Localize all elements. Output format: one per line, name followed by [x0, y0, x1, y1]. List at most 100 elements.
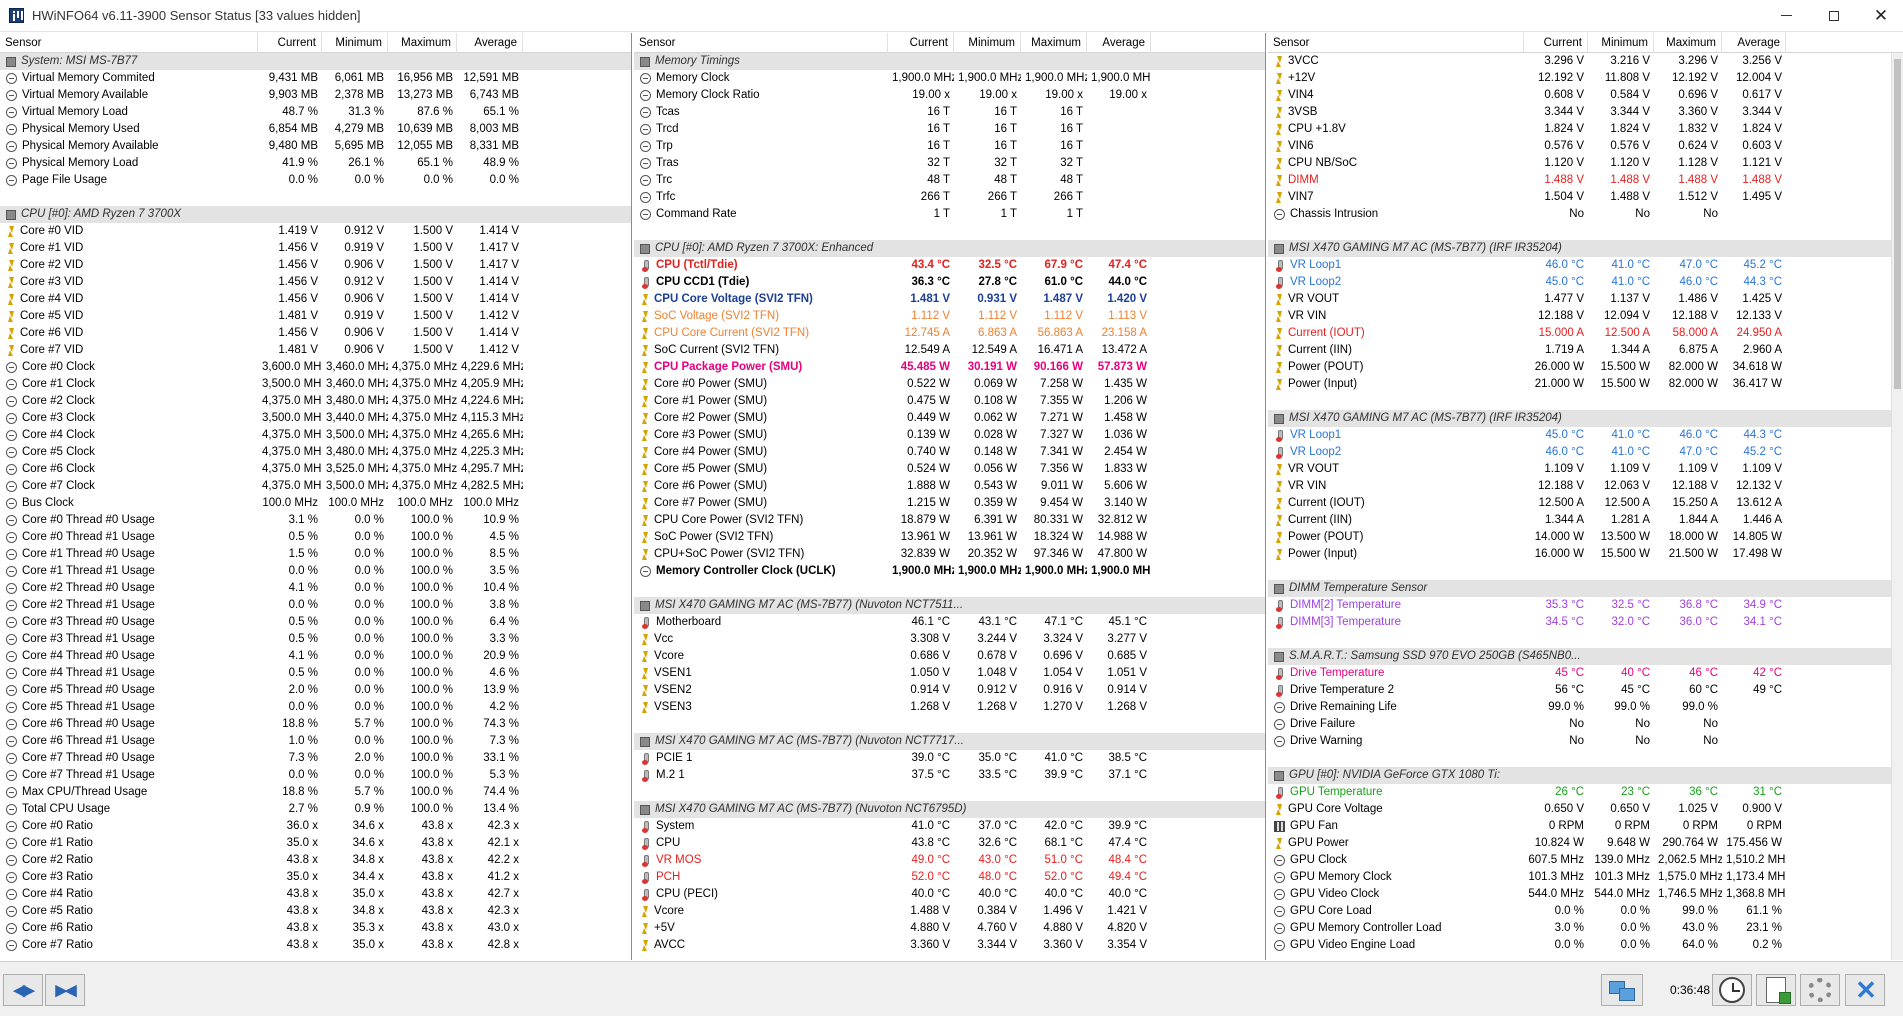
sensor-row[interactable]: Physical Memory Used 6,854 MB 4,279 MB 10,6…	[0, 121, 631, 138]
sensor-row[interactable]: VIN7 1.504 V 1.488 V 1.512 V 1.495 V	[1268, 189, 1903, 206]
sensor-row[interactable]: DIMM[2] Temperature 35.3 °C 32.5 °C 36.8 °C…	[1268, 597, 1903, 614]
sensor-row[interactable]: Core #7 Thread #1 Usage 0.0 % 0.0 % 100.0 %…	[0, 767, 631, 784]
sensor-row[interactable]: 3VCC 3.296 V 3.216 V 3.296 V 3.256 V	[1268, 53, 1903, 70]
sensor-group-header[interactable]: S.M.A.R.T.: Samsung SSD 970 EVO 250GB (S…	[1268, 648, 1903, 665]
sensor-row[interactable]: VSEN2 0.914 V 0.912 V 0.916 V 0.914 V	[634, 682, 1265, 699]
sensor-row[interactable]: SoC Power (SVI2 TFN) 13.961 W 13.961 W 18.3…	[634, 529, 1265, 546]
sensor-row[interactable]: Chassis Intrusion No No No	[1268, 206, 1903, 223]
sensor-group-header[interactable]: CPU [#0]: AMD Ryzen 7 3700X	[0, 206, 631, 223]
sensor-row[interactable]: Bus Clock 100.0 MHz 100.0 MHz 100.0 MHz 100.…	[0, 495, 631, 512]
average-column-header[interactable]: Average	[457, 33, 523, 53]
sensor-row[interactable]: VIN6 0.576 V 0.576 V 0.624 V 0.603 V	[1268, 138, 1903, 155]
sensor-row[interactable]: Virtual Memory Commited 9,431 MB 6,061 MB 1…	[0, 70, 631, 87]
maximum-column-header[interactable]: Maximum	[1021, 33, 1087, 53]
sensor-row[interactable]: SoC Current (SVI2 TFN) 12.549 A 12.549 A 16…	[634, 342, 1265, 359]
sensor-row[interactable]: Trcd 16 T 16 T 16 T	[634, 121, 1265, 138]
sensor-pane-3[interactable]: Sensor Current Minimum Maximum Average 3VCC 3…	[1268, 33, 1903, 960]
sensor-row[interactable]: Core #6 Power (SMU) 1.888 W 0.543 W 9.011 W…	[634, 478, 1265, 495]
sensor-row[interactable]: Core #0 Clock 3,600.0 MHz 3,460.0 MHz 4,375…	[0, 359, 631, 376]
sensor-row[interactable]: DIMM[3] Temperature 34.5 °C 32.0 °C 36.0 °C…	[1268, 614, 1903, 631]
sensor-row[interactable]: Power (POUT) 14.000 W 13.500 W 18.000 W 14.8…	[1268, 529, 1903, 546]
maximum-column-header[interactable]: Maximum	[1654, 33, 1722, 53]
sensor-row[interactable]: Core #2 VID 1.456 V 0.906 V 1.500 V 1.417 V	[0, 257, 631, 274]
sensor-row[interactable]: Core #4 Thread #1 Usage 0.5 % 0.0 % 100.0 %…	[0, 665, 631, 682]
reset-timer-button[interactable]	[1712, 974, 1752, 1006]
sensor-group-header[interactable]: MSI X470 GAMING M7 AC (MS-7B77) (Nuvoton…	[634, 597, 1265, 614]
sensor-row[interactable]: Memory Clock Ratio 19.00 x 19.00 x 19.00 x 1…	[634, 87, 1265, 104]
sensor-row[interactable]: Memory Clock 1,900.0 MHz 1,900.0 MHz 1,900.…	[634, 70, 1265, 87]
sensor-row[interactable]: Core #6 Thread #1 Usage 1.0 % 0.0 % 100.0 %…	[0, 733, 631, 750]
sensor-group-header[interactable]: CPU [#0]: AMD Ryzen 7 3700X: Enhanced	[634, 240, 1265, 257]
sensor-row[interactable]: Core #6 Thread #0 Usage 18.8 % 5.7 % 100.0 …	[0, 716, 631, 733]
sensor-row[interactable]: VIN4 0.608 V 0.584 V 0.696 V 0.617 V	[1268, 87, 1903, 104]
sensor-row[interactable]: AVCC 3.360 V 3.344 V 3.360 V 3.354 V	[634, 937, 1265, 954]
sensor-row[interactable]: CPU (Tctl/Tdie) 43.4 °C 32.5 °C 67.9 °C 47.4…	[634, 257, 1265, 274]
sensor-row[interactable]: VR VOUT 1.477 V 1.137 V 1.486 V 1.425 V	[1268, 291, 1903, 308]
sensor-row[interactable]: Core #3 Thread #0 Usage 0.5 % 0.0 % 100.0 %…	[0, 614, 631, 631]
sensor-row[interactable]: Tcas 16 T 16 T 16 T	[634, 104, 1265, 121]
sensor-row[interactable]: Core #6 VID 1.456 V 0.906 V 1.500 V 1.414 V	[0, 325, 631, 342]
settings-button[interactable]	[1800, 974, 1840, 1006]
sensor-row[interactable]: Drive Remaining Life 99.0 % 99.0 % 99.0 %	[1268, 699, 1903, 716]
sensor-row[interactable]: Core #7 VID 1.481 V 0.906 V 1.500 V 1.412 V	[0, 342, 631, 359]
sensor-row[interactable]: Power (POUT) 26.000 W 15.500 W 82.000 W 34.6…	[1268, 359, 1903, 376]
sensor-row[interactable]: CPU NB/SoC 1.120 V 1.120 V 1.128 V 1.121 V	[1268, 155, 1903, 172]
sensor-row[interactable]: Core #0 Thread #0 Usage 3.1 % 0.0 % 100.0 %…	[0, 512, 631, 529]
sensor-row[interactable]: Core #0 Ratio 36.0 x 34.6 x 43.8 x 42.3 x	[0, 818, 631, 835]
sensor-row[interactable]: VR Loop1 46.0 °C 41.0 °C 47.0 °C 45.2 °C	[1268, 257, 1903, 274]
sensor-row[interactable]: Core #2 Ratio 43.8 x 34.8 x 43.8 x 42.2 x	[0, 852, 631, 869]
sensor-row[interactable]: Core #1 VID 1.456 V 0.919 V 1.500 V 1.417 V	[0, 240, 631, 257]
sensor-row[interactable]: Current (IIN) 1.719 A 1.344 A 6.875 A 2.960 …	[1268, 342, 1903, 359]
sensor-row[interactable]: PCH 52.0 °C 48.0 °C 52.0 °C 49.4 °C	[634, 869, 1265, 886]
sensor-group-header[interactable]: MSI X470 GAMING M7 AC (MS-7B77) (Nuvoton…	[634, 801, 1265, 818]
vertical-scrollbar[interactable]	[1891, 53, 1903, 960]
sensor-row[interactable]: Trp 16 T 16 T 16 T	[634, 138, 1265, 155]
sensor-row[interactable]: Core #6 Clock 4,375.0 MHz 3,525.0 MHz 4,375…	[0, 461, 631, 478]
minimum-column-header[interactable]: Minimum	[1588, 33, 1654, 53]
current-column-header[interactable]: Current	[888, 33, 954, 53]
sensor-row[interactable]: Virtual Memory Load 48.7 % 31.3 % 87.6 % 65.…	[0, 104, 631, 121]
sensor-row[interactable]: VSEN3 1.268 V 1.268 V 1.270 V 1.268 V	[634, 699, 1265, 716]
sensor-row[interactable]: Total CPU Usage 2.7 % 0.9 % 100.0 % 13.4 %	[0, 801, 631, 818]
sensor-row[interactable]: Core #7 Thread #0 Usage 7.3 % 2.0 % 100.0 %…	[0, 750, 631, 767]
sensor-row[interactable]: Current (IIN) 1.344 A 1.281 A 1.844 A 1.446 …	[1268, 512, 1903, 529]
current-column-header[interactable]: Current	[258, 33, 322, 53]
network-button[interactable]	[1601, 974, 1643, 1006]
sensor-row[interactable]: Vcc 3.308 V 3.244 V 3.324 V 3.277 V	[634, 631, 1265, 648]
current-column-header[interactable]: Current	[1524, 33, 1588, 53]
sensor-row[interactable]: VR VIN 12.188 V 12.094 V 12.188 V 12.133 V	[1268, 308, 1903, 325]
sensor-row[interactable]: Page File Usage 0.0 % 0.0 % 0.0 % 0.0 %	[0, 172, 631, 189]
logging-button[interactable]	[1756, 974, 1796, 1006]
sensor-row[interactable]: CPU+SoC Power (SVI2 TFN) 32.839 W 20.352 W…	[634, 546, 1265, 563]
sensor-row[interactable]: Virtual Memory Available 9,903 MB 2,378 MB…	[0, 87, 631, 104]
sensor-group-header[interactable]: Memory Timings	[634, 53, 1265, 70]
sensor-row[interactable]: Power (Input) 16.000 W 15.500 W 21.500 W 17.…	[1268, 546, 1903, 563]
sensor-row[interactable]: Core #5 Clock 4,375.0 MHz 3,480.0 MHz 4,375…	[0, 444, 631, 461]
sensor-row[interactable]: GPU Clock 607.5 MHz 139.0 MHz 2,062.5 MHz 1,…	[1268, 852, 1903, 869]
sensor-row[interactable]: GPU Core Voltage 0.650 V 0.650 V 1.025 V 0.9…	[1268, 801, 1903, 818]
sensor-row[interactable]: VR Loop1 45.0 °C 41.0 °C 46.0 °C 44.3 °C	[1268, 427, 1903, 444]
sensor-row[interactable]: Core #4 VID 1.456 V 0.906 V 1.500 V 1.414 V	[0, 291, 631, 308]
sensor-row[interactable]: Core #1 Ratio 35.0 x 34.6 x 43.8 x 42.1 x	[0, 835, 631, 852]
sensor-row[interactable]: System 41.0 °C 37.0 °C 42.0 °C 39.9 °C	[634, 818, 1265, 835]
sensor-row[interactable]: GPU Power 10.824 W 9.648 W 290.764 W 175.456…	[1268, 835, 1903, 852]
sensor-row[interactable]: Core #1 Power (SMU) 0.475 W 0.108 W 7.355 W…	[634, 393, 1265, 410]
sensor-row[interactable]: Max CPU/Thread Usage 18.8 % 5.7 % 100.0 % 74…	[0, 784, 631, 801]
sensor-pane-1[interactable]: Sensor Current Minimum Maximum Average System…	[0, 33, 632, 960]
sensor-row[interactable]: Core #5 Thread #0 Usage 2.0 % 0.0 % 100.0 %…	[0, 682, 631, 699]
sensor-row[interactable]: 3VSB 3.344 V 3.344 V 3.360 V 3.344 V	[1268, 104, 1903, 121]
minimum-column-header[interactable]: Minimum	[954, 33, 1021, 53]
sensor-group-header[interactable]: System: MSI MS-7B77	[0, 53, 631, 70]
sensor-row[interactable]: Core #5 Thread #1 Usage 0.0 % 0.0 % 100.0 %…	[0, 699, 631, 716]
sensor-group-header[interactable]: MSI X470 GAMING M7 AC (MS-7B77) (IRF IR3…	[1268, 240, 1903, 257]
sensor-row[interactable]: VR Loop2 46.0 °C 41.0 °C 47.0 °C 45.2 °C	[1268, 444, 1903, 461]
sensor-row[interactable]: DIMM 1.488 V 1.488 V 1.488 V 1.488 V	[1268, 172, 1903, 189]
sensor-row[interactable]: Power (Input) 21.000 W 15.500 W 82.000 W 36.…	[1268, 376, 1903, 393]
sensor-column-header[interactable]: Sensor	[0, 33, 258, 53]
sensor-row[interactable]: GPU Memory Controller Load 3.0 % 0.0 % 43.0…	[1268, 920, 1903, 937]
sensor-row[interactable]: Core #2 Clock 4,375.0 MHz 3,480.0 MHz 4,375…	[0, 393, 631, 410]
sensor-row[interactable]: GPU Core Load 0.0 % 0.0 % 99.0 % 61.1 %	[1268, 903, 1903, 920]
sensor-row[interactable]: Core #7 Power (SMU) 1.215 W 0.359 W 9.454 W…	[634, 495, 1265, 512]
sensor-row[interactable]: Core #7 Clock 4,375.0 MHz 3,500.0 MHz 4,375…	[0, 478, 631, 495]
sensor-row[interactable]: Core #3 Power (SMU) 0.139 W 0.028 W 7.327 W…	[634, 427, 1265, 444]
